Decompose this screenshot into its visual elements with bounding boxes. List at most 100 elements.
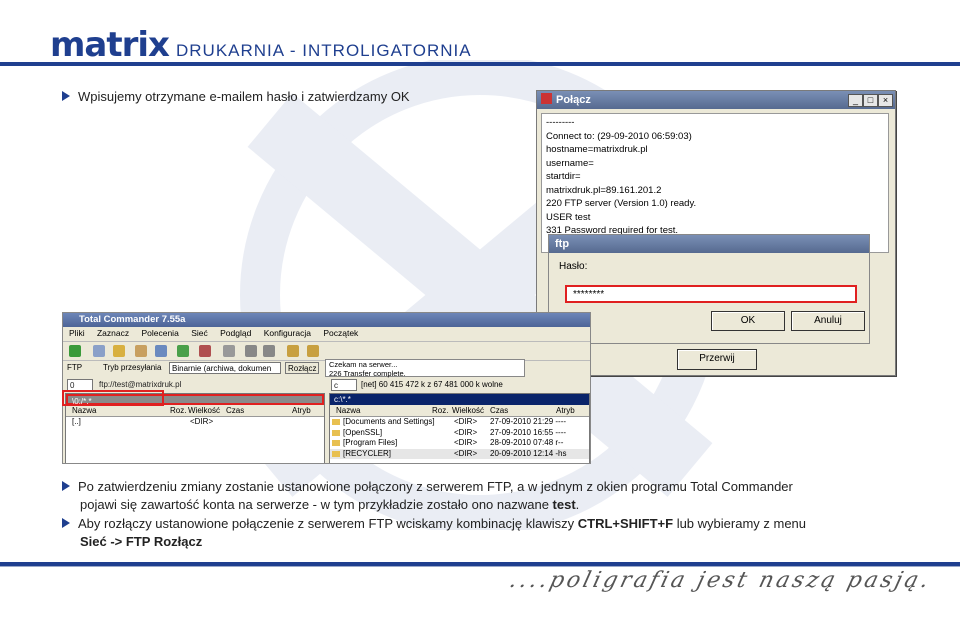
col-size[interactable]: Wielkość <box>188 405 220 416</box>
ftp-dialog-title: ftp <box>549 235 869 253</box>
bullet-enter-password: Wpisujemy otrzymane e-mailem hasło i zat… <box>62 88 410 106</box>
table-row[interactable]: [RECYCLER] <DIR> 20-09-2010 12:14 -hs <box>330 448 589 459</box>
menu-item-polecenia[interactable]: Polecenia <box>141 328 178 338</box>
bullet-text-part: . <box>575 497 580 512</box>
bullet-arrow-icon <box>62 518 70 528</box>
password-field[interactable]: ******** <box>565 285 857 303</box>
folder-icon <box>332 419 340 425</box>
file-size: <DIR> <box>454 438 478 447</box>
menu-item-pliki[interactable]: Pliki <box>69 328 85 338</box>
col-name[interactable]: Nazwa <box>72 405 96 416</box>
file-name: [Documents and Settings] <box>343 417 435 426</box>
transfer-mode-select[interactable]: Binarnie (archiwa, dokumen <box>169 362 281 374</box>
bullet-connection-established: Po zatwierdzeniu zmiany zostanie ustanow… <box>62 478 902 514</box>
menu-item-podglad[interactable]: Podgląd <box>220 328 251 338</box>
connect-dialog-title: Połącz <box>556 94 591 106</box>
ftp-connect-icon[interactable] <box>199 345 211 357</box>
connection-log: --------- Connect to: (29-09-2010 06:59:… <box>541 113 889 253</box>
password-label: Hasło: <box>559 261 588 272</box>
file-date: 27-09-2010 16:55 ---- <box>490 427 567 437</box>
minimize-icon[interactable]: _ <box>848 94 863 107</box>
log-line: startdir= <box>546 171 581 182</box>
header-divider <box>0 62 960 66</box>
col-time[interactable]: Czas <box>490 405 508 416</box>
connect-dialog-titlebar: Połącz <box>537 91 895 109</box>
col-ext[interactable]: Roz. <box>170 405 186 416</box>
bullet-disconnect: Aby rozłączy ustanowione połączenie z se… <box>62 515 942 551</box>
right-drive-select[interactable]: c <box>331 379 357 391</box>
zip-icon[interactable] <box>113 345 125 357</box>
folder-icon[interactable] <box>287 345 299 357</box>
back-icon[interactable] <box>245 345 257 357</box>
right-path-bar[interactable]: c:\*.* <box>330 394 589 405</box>
menu-path: Sieć -> FTP Rozłącz <box>80 534 203 549</box>
disconnect-button[interactable]: Przerwij <box>677 349 757 370</box>
log-line: hostname=matrixdruk.pl <box>546 144 648 155</box>
folder-icon <box>332 450 340 457</box>
col-size[interactable]: Wielkość <box>452 405 484 416</box>
bullet-text-continued: pojawi się zawartość konta na serwerze -… <box>62 496 902 514</box>
ftp-disconnect-button[interactable]: Rozłącz <box>285 362 319 374</box>
folder-icon <box>332 429 340 436</box>
company-tagline: DRUKARNIA - INTROLIGATORNIA <box>176 41 472 60</box>
log-line: USER test <box>546 211 591 223</box>
unzip-icon[interactable] <box>135 345 147 357</box>
bullet-text-part: Aby rozłączy ustanowione połączenie z se… <box>78 516 578 531</box>
edit-icon[interactable] <box>307 345 319 357</box>
ftp-password-dialog: ftp Hasło: ******** OK Anuluj <box>548 234 870 344</box>
forward-icon[interactable] <box>263 345 275 357</box>
log-line: username= <box>546 157 594 169</box>
refresh-icon[interactable] <box>69 345 81 357</box>
file-size: <DIR> <box>190 417 214 426</box>
list-item[interactable]: [..] <DIR> <box>66 417 324 428</box>
compare-icon[interactable] <box>155 345 167 357</box>
account-name: test <box>552 497 576 512</box>
tc-menubar: Pliki Zaznacz Polecenia Sieć Podgląd Kon… <box>63 327 590 340</box>
footer-divider-thin <box>0 566 960 567</box>
close-icon[interactable]: × <box>878 94 893 107</box>
file-date: 20-09-2010 12:14 -hs <box>490 448 567 458</box>
menu-item-zaznacz[interactable]: Zaznacz <box>97 328 129 338</box>
tc-toolbar <box>63 341 590 361</box>
left-column-headers: Nazwa Roz. Wielkość Czas Atryb <box>66 405 324 417</box>
col-ext[interactable]: Roz. <box>432 405 448 416</box>
col-name[interactable]: Nazwa <box>336 405 360 416</box>
cancel-button[interactable]: Anuluj <box>791 311 865 331</box>
file-name: [RECYCLER] <box>343 448 392 458</box>
ok-button[interactable]: OK <box>711 311 785 331</box>
total-commander-window: Total Commander 7.55a Pliki Zaznacz Pole… <box>62 312 591 464</box>
file-size: <DIR> <box>454 417 478 426</box>
table-row[interactable]: [OpenSSL] <DIR> 27-09-2010 16:55 ---- <box>330 428 589 439</box>
file-size: <DIR> <box>454 448 478 458</box>
bullet-text: Wpisujemy otrzymane e-mailem hasło i zat… <box>78 89 410 104</box>
tc-titlebar: Total Commander 7.55a <box>63 313 590 327</box>
ftp-label: FTP <box>67 363 83 372</box>
menu-item-poczatek[interactable]: Początek <box>323 328 358 338</box>
table-row[interactable]: [Program Files] <DIR> 28-09-2010 07:48 r… <box>330 438 589 449</box>
view-icon[interactable] <box>93 345 105 357</box>
find-icon[interactable] <box>223 345 235 357</box>
footer-slogan: ....poligrafia jest naszą pasją. <box>506 568 935 593</box>
maximize-icon[interactable]: □ <box>863 94 878 107</box>
app-icon <box>541 93 552 104</box>
bullet-arrow-icon <box>62 481 70 491</box>
table-row[interactable]: [Documents and Settings] <DIR> 27-09-201… <box>330 417 589 428</box>
file-name: [..] <box>72 417 81 426</box>
matrix-logo: matrix <box>50 25 170 65</box>
file-name: [Program Files] <box>343 438 398 447</box>
sync-icon[interactable] <box>177 345 189 357</box>
shortcut-keys: CTRL+SHIFT+F <box>577 516 674 531</box>
col-attr[interactable]: Atryb <box>556 405 575 416</box>
menu-item-konfiguracja[interactable]: Konfiguracja <box>264 328 311 338</box>
col-attr[interactable]: Atryb <box>292 405 311 416</box>
right-file-panel: c:\*.* Nazwa Roz. Wielkość Czas Atryb [D… <box>329 393 590 463</box>
menu-item-siec[interactable]: Sieć <box>191 328 208 338</box>
file-date: 28-09-2010 07:48 r-- <box>490 438 564 447</box>
bullet-text-part: lub wybieramy z menu <box>673 516 807 531</box>
log-line: --------- <box>546 117 575 128</box>
ftp-status: Czekam na serwer... 226 Transfer complet… <box>325 359 525 377</box>
right-drive-bar: c [net] 60 415 472 k z 67 481 000 k woln… <box>329 379 587 392</box>
file-size: <DIR> <box>454 427 478 437</box>
col-time[interactable]: Czas <box>226 405 244 416</box>
log-line: Connect to: (29-09-2010 06:59:03) <box>546 130 692 142</box>
